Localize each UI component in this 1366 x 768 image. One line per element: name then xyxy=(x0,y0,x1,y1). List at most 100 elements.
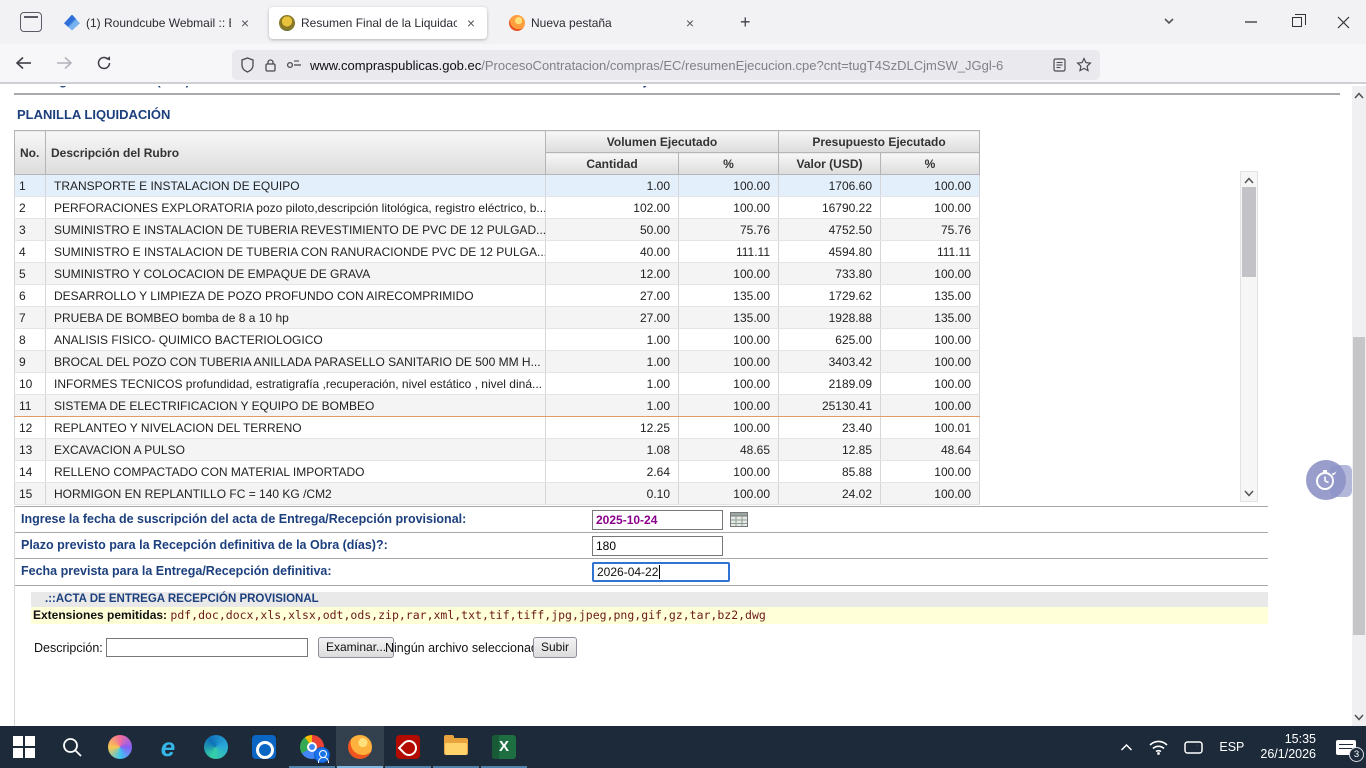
table-row[interactable]: 2PERFORACIONES EXPLORATORIA pozo piloto,… xyxy=(15,197,980,219)
url-bar[interactable]: www.compraspublicas.gob.ec/ProcesoContra… xyxy=(232,50,1100,80)
table-row[interactable]: 5SUMINISTRO Y COLOCACION DE EMPAQUE DE G… xyxy=(15,263,980,285)
wifi-icon[interactable] xyxy=(1141,726,1176,768)
tab-close-icon[interactable]: × xyxy=(237,15,253,31)
scroll-down-icon[interactable] xyxy=(1352,710,1366,724)
divider xyxy=(14,506,15,726)
bookmark-star-icon[interactable] xyxy=(1076,57,1092,73)
row-presupuesto-pct: 100.00 xyxy=(881,483,980,505)
chrome-icon xyxy=(300,735,324,759)
tab-close-icon[interactable]: × xyxy=(682,15,698,31)
fecha-definitiva-input[interactable] xyxy=(592,562,730,582)
tab-roundcube[interactable]: (1) Roundcube Webmail :: Entra × xyxy=(54,7,261,39)
clock[interactable]: 15:35 26/1/2026 xyxy=(1252,726,1326,768)
tray-chevron-up-icon[interactable] xyxy=(1112,726,1141,768)
firefox-icon xyxy=(348,735,372,759)
forward-button[interactable] xyxy=(48,49,80,77)
shield-icon[interactable] xyxy=(240,57,255,73)
windows-logo-icon xyxy=(13,736,35,758)
taskbar-copilot-button[interactable] xyxy=(96,726,144,768)
tab-resumen-liquidacion[interactable]: Resumen Final de la Liquidación × xyxy=(269,7,487,39)
page-scrollbar[interactable] xyxy=(1352,86,1366,726)
examinar-button[interactable]: Examinar... xyxy=(318,637,394,658)
reader-view-icon[interactable] xyxy=(1053,58,1066,72)
header-cantidad: Cantidad xyxy=(546,153,679,175)
row-valor-usd: 625.00 xyxy=(779,329,881,351)
restore-button[interactable] xyxy=(1274,0,1320,44)
table-row[interactable]: 10INFORMES TECNICOS profundidad, estrati… xyxy=(15,373,980,395)
taskbar-acrobat-button[interactable] xyxy=(384,726,432,768)
table-row[interactable]: 13EXCAVACION A PULSO1.0848.6512.8548.64 xyxy=(15,439,980,461)
taskbar-chrome-button[interactable] xyxy=(288,726,336,768)
close-button[interactable] xyxy=(1320,0,1366,44)
taskbar-search-button[interactable] xyxy=(48,726,96,768)
taskbar-internet-explorer-button[interactable]: e xyxy=(144,726,192,768)
notification-badge: 3 xyxy=(1349,747,1364,762)
taskbar: e X ESP 15:35 26/1/2026 3 xyxy=(0,726,1366,768)
row-valor-usd: 85.88 xyxy=(779,461,881,483)
permissions-icon[interactable] xyxy=(286,59,302,71)
start-button[interactable] xyxy=(0,726,48,768)
table-row[interactable]: 11SISTEMA DE ELECTRIFICACION Y EQUIPO DE… xyxy=(15,395,980,417)
scroll-down-icon[interactable] xyxy=(1241,486,1257,500)
scroll-up-icon[interactable] xyxy=(1241,173,1257,187)
tab-close-icon[interactable]: × xyxy=(463,15,479,31)
taskbar-edge-button[interactable] xyxy=(192,726,240,768)
table-row[interactable]: 8ANALISIS FISICO- QUIMICO BACTERIOLOGICO… xyxy=(15,329,980,351)
row-presupuesto-pct: 48.64 xyxy=(881,439,980,461)
lock-icon[interactable] xyxy=(264,58,277,73)
subir-button[interactable]: Subir xyxy=(533,637,577,658)
tab-title: Nueva pestaña xyxy=(531,16,676,30)
tab-list-chevron-icon[interactable] xyxy=(1162,14,1176,33)
plazo-input[interactable] xyxy=(592,536,723,556)
fecha-provisional-input[interactable] xyxy=(592,510,723,530)
floating-timer-widget[interactable] xyxy=(1306,460,1352,502)
row-descripcion: PRUEBA DE BOMBEO bomba de 8 a 10 hp xyxy=(46,307,546,329)
table-row[interactable]: 6DESARROLLO Y LIMPIEZA DE POZO PROFUNDO … xyxy=(15,285,980,307)
tab-strip-icon[interactable] xyxy=(20,12,42,32)
roundcube-favicon xyxy=(64,15,80,31)
table-row[interactable]: 15HORMIGON EN REPLANTILLO FC = 140 KG /C… xyxy=(15,483,980,505)
stopwatch-icon[interactable] xyxy=(1306,460,1346,500)
row-no: 3 xyxy=(15,219,46,241)
row-valor-usd: 23.40 xyxy=(779,417,881,439)
extensiones-label: Extensiones pemitidas: xyxy=(33,608,167,622)
reload-button[interactable] xyxy=(88,49,120,77)
table-row[interactable]: 12REPLANTEO Y NIVELACION DEL TERRENO12.2… xyxy=(15,417,980,439)
taskbar-firefox-button[interactable] xyxy=(336,726,384,768)
notification-center-button[interactable]: 3 xyxy=(1326,726,1366,768)
row-cantidad: 102.00 xyxy=(546,197,679,219)
scrollbar-thumb[interactable] xyxy=(1353,337,1365,635)
table-row[interactable]: 7PRUEBA DE BOMBEO bomba de 8 a 10 hp27.0… xyxy=(15,307,980,329)
language-indicator[interactable]: ESP xyxy=(1211,726,1252,768)
row-volumen-pct: 135.00 xyxy=(679,307,779,329)
row-volumen-pct: 135.00 xyxy=(679,285,779,307)
descripcion-input[interactable] xyxy=(106,638,308,657)
scroll-up-icon[interactable] xyxy=(1352,88,1366,102)
row-no: 4 xyxy=(15,241,46,263)
display-connect-icon[interactable] xyxy=(1176,726,1211,768)
tab-nueva-pestana[interactable]: Nueva pestaña × xyxy=(499,7,706,39)
row-valor-usd: 3403.42 xyxy=(779,351,881,373)
table-row[interactable]: 4SUMINISTRO E INSTALACION DE TUBERIA CON… xyxy=(15,241,980,263)
table-row[interactable]: 9BROCAL DEL POZO CON TUBERIA ANILLADA PA… xyxy=(15,351,980,373)
table-scrollbar[interactable] xyxy=(1240,171,1258,502)
back-button[interactable] xyxy=(8,49,40,77)
minimize-button[interactable] xyxy=(1228,0,1274,44)
row-volumen-pct: 100.00 xyxy=(679,395,779,417)
row-cantidad: 12.25 xyxy=(546,417,679,439)
taskbar-file-explorer-button[interactable] xyxy=(432,726,480,768)
form-row-plazo: Plazo previsto para la Recepción definit… xyxy=(14,533,1268,559)
calendar-icon[interactable] xyxy=(730,512,748,527)
taskbar-outlook-button[interactable] xyxy=(240,726,288,768)
row-no: 11 xyxy=(15,395,46,417)
row-presupuesto-pct: 135.00 xyxy=(881,285,980,307)
new-tab-button[interactable]: + xyxy=(732,10,759,35)
taskbar-excel-button[interactable]: X xyxy=(480,726,528,768)
table-row[interactable]: 1TRANSPORTE E INSTALACION DE EQUIPO1.001… xyxy=(15,175,980,197)
multas-label: Porcentaje Monto de multas: xyxy=(590,86,761,88)
row-volumen-pct: 100.00 xyxy=(679,197,779,219)
fecha-definitiva-label: Fecha prevista para la Entrega/Recepción… xyxy=(21,564,332,578)
table-row[interactable]: 14RELLENO COMPACTADO CON MATERIAL IMPORT… xyxy=(15,461,980,483)
scrollbar-thumb[interactable] xyxy=(1242,187,1256,277)
table-row[interactable]: 3SUMINISTRO E INSTALACION DE TUBERIA REV… xyxy=(15,219,980,241)
